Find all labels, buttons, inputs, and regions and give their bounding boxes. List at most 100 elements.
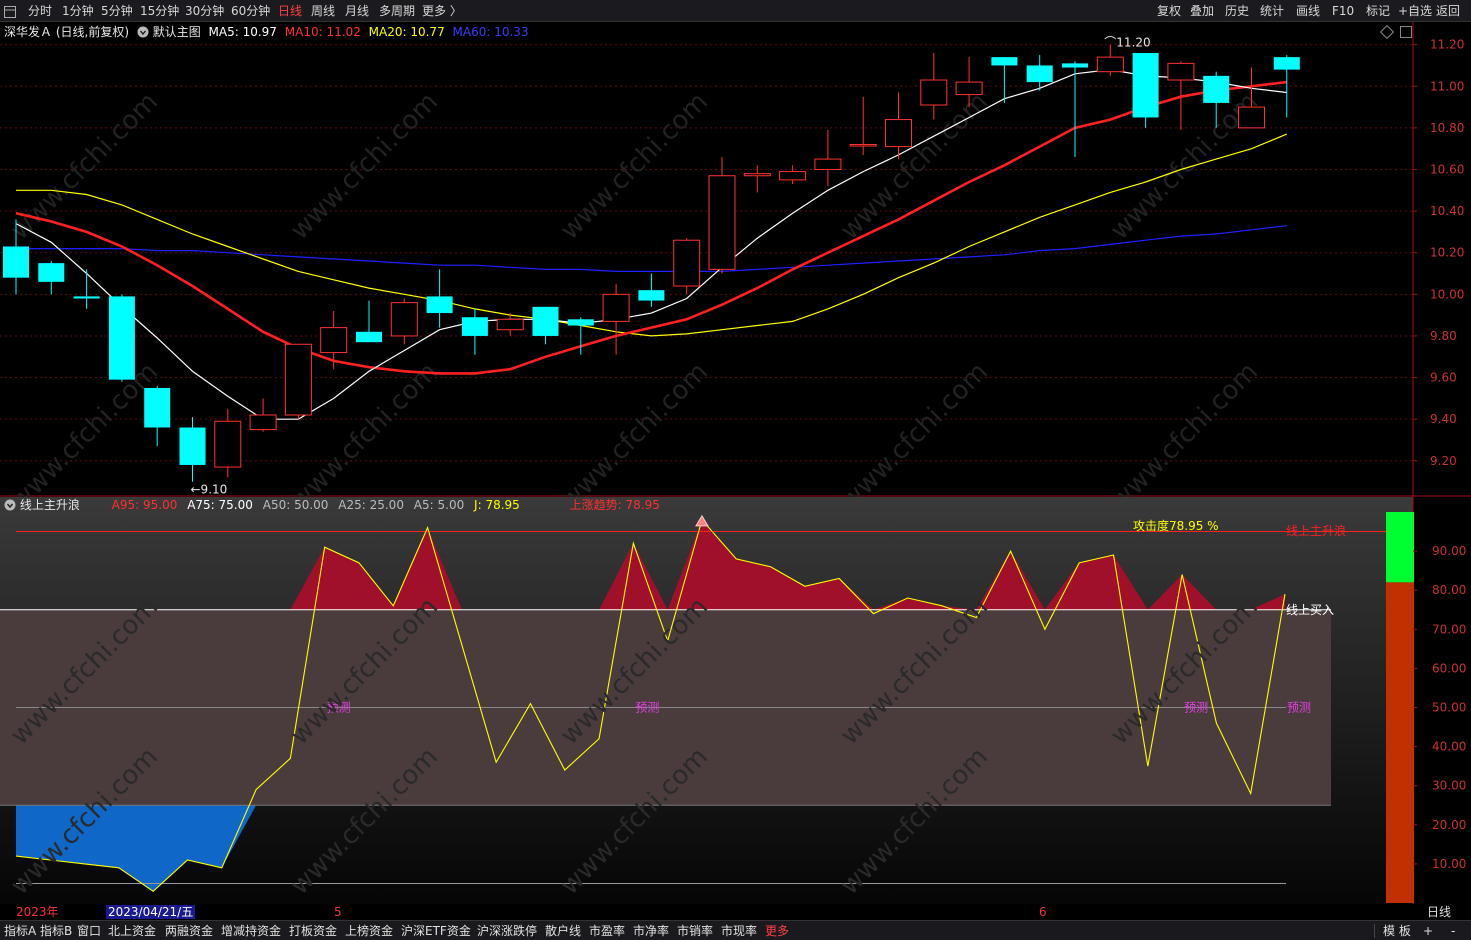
candle-body (179, 427, 206, 465)
tab-indicator-a[interactable]: 指标A (4, 923, 36, 940)
candle-body (461, 317, 488, 336)
zoom-in-button[interactable]: + (1423, 923, 1433, 940)
indicator-tick-label: 30.00 (1432, 779, 1466, 793)
candle-body (1238, 106, 1265, 129)
tab-separator (1374, 924, 1375, 938)
high-price-label: ⌒11.20 (1104, 36, 1150, 50)
tab-indicator-b[interactable]: 指标B (40, 923, 72, 940)
grid-icon[interactable] (4, 3, 18, 20)
tab-daily[interactable]: 日线 (278, 3, 302, 20)
tab-limit-stats[interactable]: 沪深涨跌停 (477, 923, 537, 940)
ma5-value: MA5: 10.97 (208, 25, 277, 39)
candle-body (708, 175, 736, 270)
tab-ps-ratio[interactable]: 市销率 (677, 923, 713, 940)
indicator-name[interactable]: 线上主升浪 (20, 498, 80, 512)
month-5-label: 5 (334, 905, 342, 919)
candle-body (638, 290, 665, 301)
indicator-tick-label: 40.00 (1432, 740, 1466, 754)
add-watchlist-button[interactable]: +自选 (1398, 3, 1432, 20)
period-indicator: 日线 (1427, 905, 1452, 919)
candle-body (108, 296, 135, 380)
candle-body (885, 119, 912, 148)
fuquan-button[interactable]: 复权 (1157, 3, 1181, 20)
candle-body (144, 387, 171, 428)
template-icon[interactable] (137, 26, 149, 38)
indicator-tick-label: 20.00 (1432, 818, 1466, 832)
tab-5min[interactable]: 5分钟 (101, 3, 133, 20)
history-button[interactable]: 历史 (1225, 3, 1249, 20)
candlestick-plot[interactable]: 9.20 9.40 9.60 9.80 10.00 10.20 10.40 10.60 10.8… (0, 22, 1471, 497)
candle-body (567, 319, 594, 326)
candle-body (390, 302, 418, 337)
stats-button[interactable]: 统计 (1260, 3, 1284, 20)
candle-body (426, 296, 453, 314)
indicator-plot[interactable]: 预测 预测 预测 预测攻击度78.95 % 线上主升浪线上买入10.0020.0030.… (0, 497, 1471, 907)
tab-window[interactable]: 窗口 (77, 923, 101, 940)
indicator-chart[interactable]: 预测 预测 预测 预测 攻击度78.95 % 线上主升浪 线上买入 10.00 20.00 30.… (0, 497, 1471, 907)
indicator-tick-label: 80.00 (1432, 583, 1466, 597)
back-button[interactable]: 返回 (1436, 3, 1460, 20)
price-tick-label: 9.60 (1430, 371, 1457, 385)
tab-limit-up-funds[interactable]: 打板资金 (289, 923, 337, 940)
tab-60min[interactable]: 60分钟 (231, 3, 270, 20)
forecast-label: 预测 (1287, 701, 1311, 715)
tab-15min[interactable]: 15分钟 (140, 3, 179, 20)
template-button[interactable]: 模 板 (1383, 923, 1411, 940)
tab-more[interactable]: 更多 〉 (422, 3, 462, 20)
tab-monthly[interactable]: 月线 (345, 3, 369, 20)
candle-body (991, 57, 1018, 66)
draw-button[interactable]: 画线 (1296, 3, 1320, 20)
candle-body (356, 331, 382, 343)
tab-margin-funds[interactable]: 两融资金 (165, 923, 213, 940)
year-label: 2023年 (16, 905, 59, 919)
tab-multi-period[interactable]: 多周期 (379, 3, 415, 20)
tab-fenshi[interactable]: 分时 (28, 3, 52, 20)
main-chart[interactable]: 9.20 9.40 9.60 9.80 10.00 10.20 10.40 10.60 10.8… (0, 22, 1471, 497)
template-label[interactable]: 默认主图 (153, 25, 201, 39)
overlay-button[interactable]: 叠加 (1190, 3, 1214, 20)
candle-body (214, 420, 242, 468)
trend-value: 上涨趋势: 78.95 (569, 498, 660, 512)
zoom-out-button[interactable]: - (1451, 923, 1455, 940)
buy-line-label: 线上买入 (1286, 603, 1334, 617)
tab-etf-funds[interactable]: 沪深ETF资金 (401, 923, 471, 940)
ma60-value: MA60: 10.33 (452, 25, 529, 39)
tab-holding-change-funds[interactable]: 增减持资金 (221, 923, 281, 940)
ma20-value: MA20: 10.77 (368, 25, 445, 39)
candle-body (849, 144, 877, 147)
price-tick-label: 9.80 (1430, 329, 1457, 343)
candle-body (496, 318, 524, 331)
period-label: (日线,前复权) (55, 25, 130, 39)
tab-pe-ratio[interactable]: 市盈率 (589, 923, 625, 940)
price-tick-label: 10.40 (1430, 204, 1464, 218)
f10-button[interactable]: F10 (1332, 3, 1354, 20)
expand-icon[interactable] (1400, 26, 1412, 38)
candle-body (814, 158, 842, 170)
stock-name[interactable]: 深华发Ａ (4, 25, 52, 39)
ma10-value: MA10: 11.02 (284, 25, 361, 39)
tab-pcf-ratio[interactable]: 市现率 (721, 923, 757, 940)
period-toolbar: 分时 1分钟 5分钟 15分钟 30分钟 60分钟 日线 周线 月线 多周期 更… (0, 0, 1471, 22)
indicator-tab-bar: 指标A 指标B 窗口 北上资金 两融资金 增减持资金 打板资金 上榜资金 沪深E… (0, 920, 1471, 940)
tab-more-indicators[interactable]: 更多 (765, 923, 789, 940)
indicator-dropdown-icon[interactable] (4, 499, 16, 511)
tab-northbound-funds[interactable]: 北上资金 (108, 923, 156, 940)
candle-body (38, 263, 65, 282)
tab-1min[interactable]: 1分钟 (62, 3, 94, 20)
price-tick-label: 10.20 (1430, 246, 1464, 260)
tab-30min[interactable]: 30分钟 (185, 3, 224, 20)
tab-weekly[interactable]: 周线 (311, 3, 335, 20)
forecast-label: 预测 (635, 701, 659, 715)
price-tick-label: 10.80 (1430, 121, 1464, 135)
mark-button[interactable]: 标记 (1366, 3, 1390, 20)
tab-pb-ratio[interactable]: 市净率 (633, 923, 669, 940)
candle-body (284, 343, 312, 416)
candle-body (249, 414, 277, 431)
attack-degree-label: 攻击度78.95 % (1133, 518, 1219, 533)
indicator-tick-label: 70.00 (1432, 622, 1466, 636)
price-tick-label: 10.00 (1430, 287, 1464, 301)
tab-retail-line[interactable]: 散户线 (545, 923, 581, 940)
indicator-tick-label: 60.00 (1432, 661, 1466, 675)
tab-dragon-tiger-funds[interactable]: 上榜资金 (345, 923, 393, 940)
candle-body (673, 239, 701, 287)
